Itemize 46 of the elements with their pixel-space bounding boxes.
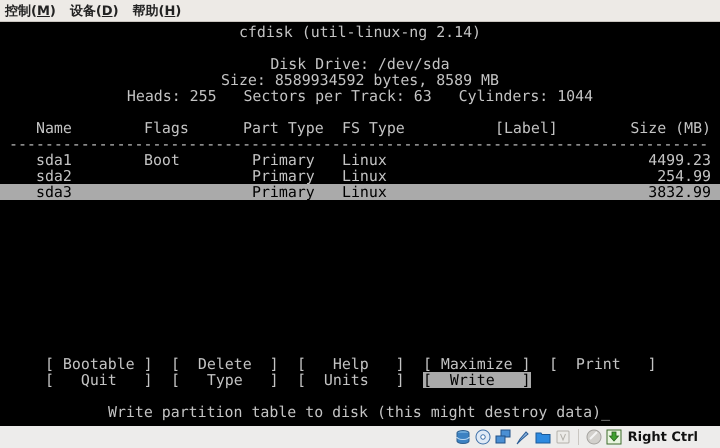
command-button[interactable]: [ Print ] bbox=[549, 356, 657, 372]
command-button[interactable]: [ Bootable ] bbox=[45, 356, 153, 372]
column-header: Flags bbox=[144, 120, 190, 136]
host-key-label: Right Ctrl bbox=[628, 430, 698, 444]
partition-row[interactable]: sda3 Primary Linux 3832.99 bbox=[0, 184, 720, 200]
command-button[interactable]: [ Help ] bbox=[297, 356, 405, 372]
command-button[interactable]: [ Maximize ] bbox=[423, 356, 531, 372]
partition-row[interactable]: sda2 Primary Linux 254.99 bbox=[0, 168, 720, 184]
command-button[interactable]: [ Units ] bbox=[297, 372, 405, 388]
table-cell: Primary bbox=[252, 167, 315, 185]
table-cell-text: sda3 bbox=[36, 184, 73, 200]
column-header: Part Type bbox=[243, 120, 325, 136]
table-cell: Primary bbox=[252, 151, 315, 169]
disk-size-text: Size: 8589934592 bytes, 8589 MB bbox=[221, 71, 499, 89]
table-cell-text: Linux bbox=[342, 168, 388, 184]
table-cell: Primary bbox=[252, 183, 315, 201]
status-message: Write partition table to disk (this might destroy data) bbox=[108, 403, 602, 421]
partition-row[interactable]: sda1 Boot Primary Linux 4499.23 bbox=[0, 152, 720, 168]
cd-icon[interactable] bbox=[474, 429, 491, 445]
menu-item[interactable]: 控制(M) bbox=[5, 2, 56, 20]
command-button[interactable]: [ Delete ] bbox=[171, 356, 279, 372]
hard-disk-icon[interactable] bbox=[454, 429, 471, 445]
column-header: Name bbox=[36, 120, 73, 136]
menu-item[interactable]: 设备(D) bbox=[70, 2, 119, 20]
table-cell-text: 4499.23 bbox=[647, 152, 711, 168]
network-icon[interactable] bbox=[494, 429, 511, 445]
table-cell-text: Linux bbox=[342, 184, 388, 200]
column-header: FS Type bbox=[342, 120, 406, 136]
command-button[interactable]: [ Type ] bbox=[171, 372, 279, 388]
column-header: [Label] bbox=[495, 120, 559, 136]
table-cell-text: 3832.99 bbox=[647, 184, 711, 200]
column-header: Size (MB) bbox=[629, 120, 711, 136]
table-cell-text: sda2 bbox=[36, 168, 73, 184]
table-rule: ------------------------------------------------------------------------------ bbox=[9, 135, 708, 153]
disk-geometry-text: Heads: 255 Sectors per Track: 63 Cylinders: 1044 bbox=[126, 87, 594, 105]
cursor: _ bbox=[601, 403, 610, 421]
table-cell-text: Linux bbox=[342, 152, 388, 168]
command-button[interactable]: [ Write ] bbox=[423, 372, 531, 388]
menu-item[interactable]: 帮助(H) bbox=[132, 2, 182, 20]
table-cell-text: 254.99 bbox=[656, 168, 711, 184]
program-title: cfdisk (util-linux-ng 2.14) bbox=[238, 23, 482, 41]
command-button[interactable]: [ Quit ] bbox=[45, 372, 153, 388]
arrow-down-icon[interactable] bbox=[606, 429, 622, 445]
table-cell-text: sda1 bbox=[36, 152, 73, 168]
table-cell: Boot bbox=[144, 151, 180, 169]
disk-drive-text: Disk Drive: /dev/sda bbox=[270, 55, 450, 73]
